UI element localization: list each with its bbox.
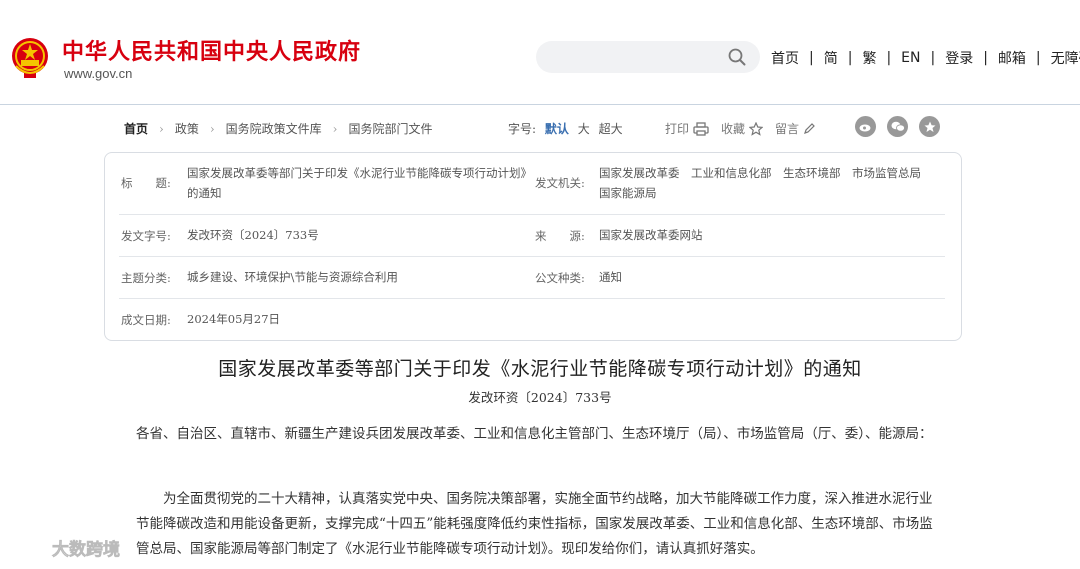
search-icon[interactable] [728, 48, 746, 66]
favorite-label: 收藏 [721, 122, 746, 136]
nav-separator: | [983, 50, 988, 66]
nav-simplified-link[interactable]: 简 [824, 48, 838, 68]
national-emblem-icon[interactable] [10, 36, 50, 80]
article-tools: 打印 收藏 留言 [665, 120, 827, 137]
qzone-icon[interactable] [919, 116, 940, 137]
article-title: 国家发展改革委等部门关于印发《水泥行业节能降碳专项行动计划》的通知 [218, 358, 862, 380]
metadata-title-label: 标 题: [121, 176, 171, 190]
print-button[interactable]: 打印 [665, 120, 709, 137]
metadata-source-value: 国家发展改革委网站 [599, 228, 703, 242]
nav-home-link[interactable]: 首页 [771, 48, 799, 68]
metadata-docno-value: 发改环资〔2024〕733号 [187, 228, 319, 242]
article-body-paragraph: 为全面贯彻党的二十大精神，认真落实党中央、国务院决策部署，实施全面节约战略，加大… [136, 491, 933, 557]
font-size-default[interactable]: 默认 [545, 122, 569, 136]
breadcrumb-department-docs[interactable]: 国务院部门文件 [348, 120, 432, 137]
metadata-issuer-label: 发文机关: [535, 176, 585, 190]
breadcrumb-home[interactable]: 首页 [124, 120, 148, 137]
nav-separator: | [809, 50, 814, 66]
watermark-logo: 大数跨境 [12, 536, 120, 560]
wechat-icon[interactable] [887, 116, 908, 137]
metadata-docno-label: 发文字号: [121, 229, 171, 243]
nav-separator: | [1035, 50, 1041, 66]
metadata-row-date: 成文日期: 2024年05月27日 [119, 299, 945, 341]
metadata-source-label: 来 源: [535, 229, 585, 243]
page-toolbar: 首页 › 政策 › 国务院政策文件库 › 国务院部门文件 字号: 默认 大 超大… [0, 116, 1080, 140]
comment-button[interactable]: 留言 [775, 120, 815, 137]
font-size-large[interactable]: 大 [578, 122, 590, 136]
metadata-row-title: 标 题: 国家发展改革委等部门关于印发《水泥行业节能降碳专项行动计划》的通知 发… [119, 153, 945, 215]
nav-accessibility-link[interactable]: 无障碍 [1051, 48, 1080, 68]
nav-english-link[interactable]: EN [901, 50, 920, 66]
breadcrumb-policy[interactable]: 政策 [175, 120, 199, 137]
metadata-issuer-value: 国家发展改革委 工业和信息化部 生态环境部 市场监管总局 国家能源局 [599, 166, 933, 200]
search-box [536, 41, 760, 73]
site-header: 中华人民共和国中央人民政府 www.gov.cn 首页 | 简 | 繁 | EN… [0, 0, 1080, 105]
breadcrumb-policy-library[interactable]: 国务院政策文件库 [226, 120, 322, 137]
pencil-icon [804, 122, 815, 134]
nav-separator: | [886, 50, 892, 66]
nav-mail-link[interactable]: 邮箱 [998, 48, 1026, 68]
article-doc-number: 发改环资〔2024〕733号 [468, 390, 612, 405]
site-domain: www.gov.cn [64, 66, 133, 81]
metadata-title-value: 国家发展改革委等部门关于印发《水泥行业节能降碳专项行动计划》的通知 [187, 166, 527, 200]
metadata-row-category: 主题分类: 城乡建设、环境保护\节能与资源综合利用 公文种类: 通知 [119, 257, 945, 299]
watermark-text: 大数跨境 [52, 539, 120, 560]
share-buttons [855, 116, 951, 137]
nav-login-link[interactable]: 登录 [945, 48, 973, 68]
metadata-type-label: 公文种类: [535, 271, 585, 285]
chevron-right-icon: › [209, 121, 215, 136]
metadata-date-label: 成文日期: [121, 313, 171, 327]
font-size-switcher: 字号: 默认 大 超大 [508, 120, 628, 137]
top-nav: 首页 | 简 | 繁 | EN | 登录 | 邮箱 | 无障碍 [771, 48, 1080, 68]
document-metadata-card: 标 题: 国家发展改革委等部门关于印发《水泥行业节能降碳专项行动计划》的通知 发… [104, 152, 962, 341]
metadata-date-value: 2024年05月27日 [187, 312, 281, 326]
print-label: 打印 [665, 122, 690, 136]
chevron-right-icon: › [159, 121, 164, 136]
search-input[interactable] [550, 47, 720, 67]
nav-separator: | [930, 50, 936, 66]
site-name[interactable]: 中华人民共和国中央人民政府 [62, 34, 361, 66]
metadata-row-docno: 发文字号: 发改环资〔2024〕733号 来 源: 国家发展改革委网站 [119, 215, 945, 257]
breadcrumb: 首页 › 政策 › 国务院政策文件库 › 国务院部门文件 [124, 120, 433, 137]
favorite-button[interactable]: 收藏 [721, 120, 764, 137]
nav-traditional-link[interactable]: 繁 [862, 48, 876, 68]
comment-label: 留言 [775, 122, 800, 136]
star-icon [749, 121, 764, 136]
printer-icon [693, 121, 709, 136]
article-recipients: 各省、自治区、直辖市、新疆生产建设兵团发展改革委、工业和信息化主管部门、生态环境… [136, 426, 933, 442]
font-size-label: 字号: [508, 122, 537, 136]
chevron-right-icon: › [332, 121, 338, 136]
font-size-xlarge[interactable]: 超大 [599, 122, 623, 136]
metadata-type-value: 通知 [599, 270, 622, 284]
metadata-category-value: 城乡建设、环境保护\节能与资源综合利用 [187, 270, 398, 284]
nav-separator: | [847, 50, 853, 66]
weibo-icon[interactable] [855, 116, 876, 137]
metadata-category-label: 主题分类: [121, 271, 171, 285]
